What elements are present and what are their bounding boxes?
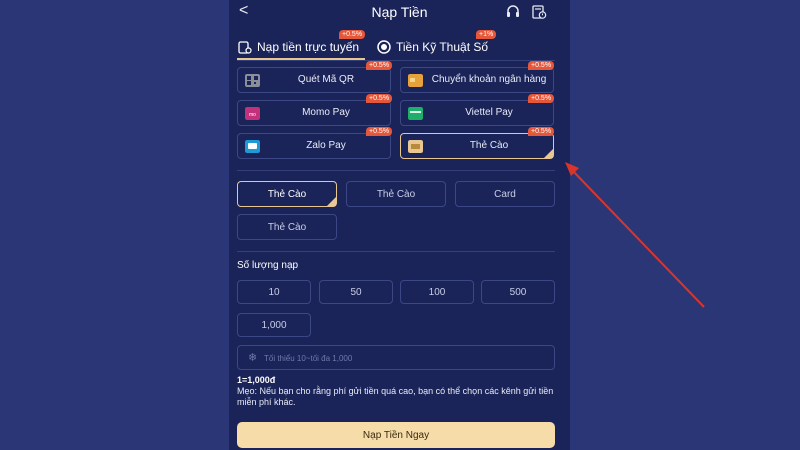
annotation-arrow [565,162,705,308]
